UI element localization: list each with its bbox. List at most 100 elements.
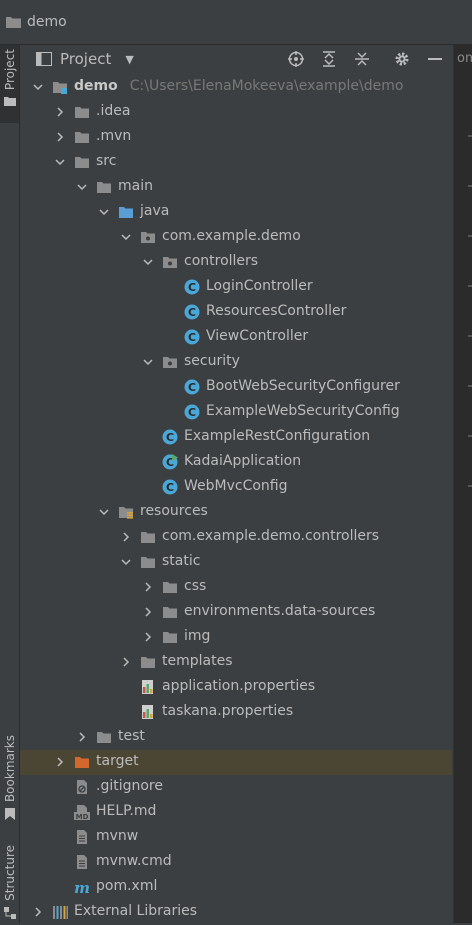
tree-node-label: .mvn [96, 128, 132, 144]
gear-icon[interactable] [393, 50, 411, 68]
maven-file-icon: m [74, 879, 90, 895]
tree-node-label: static [162, 553, 201, 569]
tree-node[interactable]: mvnw [20, 825, 452, 850]
tree-node-label: com.example.demo.controllers [162, 528, 380, 544]
tree-node[interactable]: templates [20, 650, 452, 675]
tree-node[interactable]: C ViewController [20, 325, 452, 350]
tree-node[interactable]: demo C:\Users\ElenaMokeeva\example\demo [20, 75, 452, 100]
project-view-title[interactable]: Project [60, 50, 111, 68]
tree-node[interactable]: test [20, 725, 452, 750]
resources-folder-icon [119, 507, 133, 519]
chevron-right-icon[interactable] [142, 581, 154, 593]
tree-node-label: ExampleWebSecurityConfig [206, 403, 400, 419]
folder-icon [75, 157, 89, 168]
text-file-icon [77, 830, 87, 844]
tree-node-label: target [96, 753, 139, 769]
chevron-down-icon[interactable]: ▼ [125, 53, 133, 66]
folder-icon [163, 607, 177, 618]
structure-tool-button[interactable]: Structure [0, 845, 19, 923]
folder-icon [3, 97, 16, 107]
tree-node-path: C:\Users\ElenaMokeeva\example\demo [129, 78, 404, 94]
tree-node-label: test [118, 728, 145, 744]
chevron-down-icon[interactable] [54, 156, 66, 168]
chevron-down-icon[interactable] [120, 556, 132, 568]
tree-node-label: BootWebSecurityConfigurer [206, 378, 400, 394]
tree-node[interactable]: C BootWebSecurityConfigurer [20, 375, 452, 400]
chevron-down-icon[interactable] [98, 506, 110, 518]
svg-text:m: m [74, 879, 90, 895]
tree-node[interactable]: .idea [20, 100, 452, 125]
structure-icon [3, 906, 16, 919]
project-tool-label: Project [2, 49, 17, 91]
tree-node[interactable]: main [20, 175, 452, 200]
svg-text:C: C [188, 381, 196, 394]
chevron-down-icon[interactable] [120, 231, 132, 243]
chevron-right-icon[interactable] [120, 656, 132, 668]
tree-node[interactable]: External Libraries [20, 900, 452, 925]
tree-node[interactable]: C ExampleRestConfiguration [20, 425, 452, 450]
tree-node[interactable]: com.example.demo.controllers [20, 525, 452, 550]
tree-node-label: com.example.demo [162, 228, 301, 244]
chevron-down-icon[interactable] [142, 356, 154, 368]
tree-node-label: environments.data-sources [184, 603, 376, 619]
chevron-down-icon[interactable] [142, 256, 154, 268]
tree-node[interactable]: C ResourcesController [20, 300, 452, 325]
tree-node-label: taskana.properties [162, 703, 294, 719]
tree-node[interactable]: css [20, 575, 452, 600]
tree-node[interactable]: MD HELP.md [20, 800, 452, 825]
chevron-right-icon[interactable] [54, 756, 66, 768]
excluded-folder-icon [75, 757, 89, 768]
chevron-right-icon[interactable] [54, 106, 66, 118]
text-file-icon [77, 855, 87, 869]
chevron-right-icon[interactable] [76, 731, 88, 743]
chevron-down-icon[interactable] [32, 81, 44, 93]
expand-all-icon[interactable] [320, 50, 338, 68]
tree-node[interactable]: C ExampleWebSecurityConfig [20, 400, 452, 425]
tree-node-label: External Libraries [74, 903, 197, 919]
chevron-right-icon[interactable] [54, 131, 66, 143]
package-icon [141, 232, 155, 243]
java-class-icon: C [184, 404, 200, 420]
tree-node-label: img [184, 628, 211, 644]
tree-node-label: .idea [96, 103, 131, 119]
tree-node[interactable]: resources [20, 500, 452, 525]
tree-node[interactable]: src [20, 150, 452, 175]
tree-node[interactable]: taskana.properties [20, 700, 452, 725]
tree-node[interactable]: m pom.xml [20, 875, 452, 900]
folder-icon [163, 632, 177, 643]
select-opened-file-icon[interactable] [287, 50, 305, 68]
chevron-right-icon[interactable] [142, 606, 154, 618]
chevron-right-icon[interactable] [120, 531, 132, 543]
tree-node-label: resources [140, 503, 208, 519]
bookmarks-tool-button[interactable]: Bookmarks [0, 735, 19, 825]
tree-node[interactable]: java [20, 200, 452, 225]
tree-node[interactable]: target [20, 750, 452, 775]
tree-node-label: security [184, 353, 240, 369]
hide-panel-icon[interactable] [426, 50, 444, 68]
tree-node-label: ResourcesController [206, 303, 347, 319]
tree-node[interactable]: static [20, 550, 452, 575]
tree-node[interactable]: C KadaiApplication [20, 450, 452, 475]
tree-node[interactable]: security [20, 350, 452, 375]
tree-node-label: templates [162, 653, 233, 669]
tree-node[interactable]: controllers [20, 250, 452, 275]
tree-node[interactable]: environments.data-sources [20, 600, 452, 625]
chevron-right-icon[interactable] [32, 906, 44, 918]
tree-node[interactable]: img [20, 625, 452, 650]
chevron-down-icon[interactable] [76, 181, 88, 193]
folder-icon [97, 732, 111, 743]
tree-node[interactable]: com.example.demo [20, 225, 452, 250]
tree-node[interactable]: C WebMvcConfig [20, 475, 452, 500]
project-tool-button[interactable]: Project [0, 45, 19, 123]
editor-tab[interactable]: om [457, 51, 472, 66]
chevron-down-icon[interactable] [98, 206, 110, 218]
tree-node[interactable]: mvnw.cmd [20, 850, 452, 875]
tree-node[interactable]: .mvn [20, 125, 452, 150]
tree-node[interactable]: application.properties [20, 675, 452, 700]
tree-node[interactable]: .gitignore [20, 775, 452, 800]
tree-node[interactable]: C LoginController [20, 275, 452, 300]
tree-node-label: pom.xml [96, 878, 158, 894]
chevron-right-icon[interactable] [142, 631, 154, 643]
collapse-all-icon[interactable] [353, 50, 371, 68]
folder-icon [97, 182, 111, 193]
